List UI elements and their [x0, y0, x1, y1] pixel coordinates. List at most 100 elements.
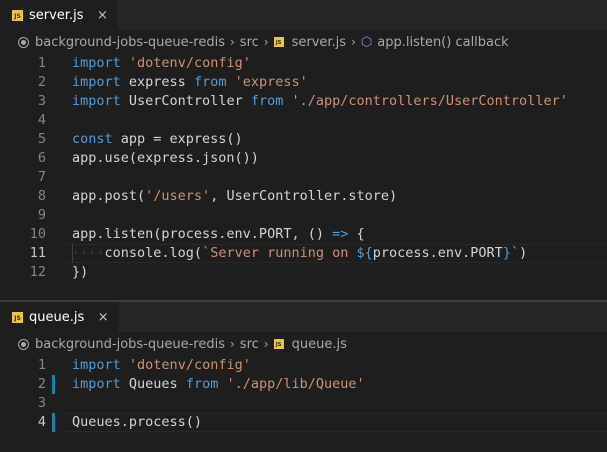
line-number: 9	[37, 207, 46, 223]
line-number: 12	[29, 264, 46, 280]
code-line[interactable]: 2 import Queues from './app/lib/Queue'	[0, 375, 607, 394]
breadcrumb-src[interactable]: src	[240, 337, 259, 352]
code-line[interactable]: 4	[0, 111, 607, 130]
line-text: app.listen(process.env.PORT, () => {	[72, 225, 365, 244]
line-number: 10	[29, 226, 46, 242]
breadcrumb-file[interactable]: queue.js	[292, 337, 347, 352]
code-token: {	[348, 226, 365, 242]
code-token: from	[193, 74, 227, 90]
line-number: 6	[37, 150, 46, 166]
symbol-method-icon: ⬡	[360, 34, 373, 50]
code-line[interactable]: 5 const app = express()	[0, 130, 607, 149]
editor-pane-server: JS server.js × background-jobs-queue-red…	[0, 0, 607, 300]
code-line[interactable]: 12})	[0, 263, 607, 282]
js-file-icon: JS	[12, 9, 23, 21]
line-number: 3	[37, 93, 46, 109]
breadcrumb-symbol[interactable]: app.listen() callback	[377, 35, 508, 50]
code-token: express	[120, 74, 194, 90]
code-token: })	[72, 264, 89, 280]
code-line[interactable]: 1 import 'dotenv/config'	[0, 54, 607, 73]
chevron-right-icon: ›	[263, 337, 269, 351]
tab-label: queue.js	[29, 309, 85, 325]
breadcrumb-src[interactable]: src	[240, 35, 259, 50]
code-token: import	[72, 74, 121, 90]
modified-line-indicator[interactable]	[52, 375, 55, 394]
code-line[interactable]: 3 import UserController from './app/contr…	[0, 92, 607, 111]
breadcrumb: background-jobs-queue-redis › src › JS s…	[0, 30, 607, 54]
code-token: app.post(	[72, 188, 146, 204]
line-number: 1	[37, 357, 46, 373]
code-line[interactable]: 7	[0, 168, 607, 187]
chevron-right-icon: ›	[263, 35, 269, 49]
code-editor[interactable]: 1 import 'dotenv/config' 2 import Queues fr…	[0, 356, 607, 432]
code-token: ····	[72, 245, 105, 261]
js-file-icon: JS	[273, 37, 284, 47]
code-line[interactable]: 6 app.use(express.json())	[0, 149, 607, 168]
chevron-right-icon: ›	[351, 35, 356, 49]
js-file-icon: JS	[12, 311, 23, 323]
code-line[interactable]: 8 app.post('/users', UserController.store…	[0, 187, 607, 206]
line-text: ····console.log(`Server running on ${pro…	[72, 244, 527, 263]
line-text: import express from 'express'	[72, 73, 308, 92]
line-number: 2	[37, 376, 46, 392]
line-text: app.use(express.json())	[72, 149, 259, 168]
code-token: `Server running on	[202, 245, 357, 261]
close-icon[interactable]: ×	[96, 310, 110, 325]
code-line[interactable]: 10 app.listen(process.env.PORT, () => {	[0, 225, 607, 244]
line-text: app.post('/users', UserController.store)	[72, 187, 397, 206]
code-token: 'dotenv/config'	[128, 55, 251, 71]
code-line[interactable]: 4 Queues.process()	[0, 413, 607, 432]
editor-pane-queue: JS queue.js × background-jobs-queue-redi…	[0, 302, 607, 452]
line-text: Queues.process()	[72, 413, 202, 432]
code-line[interactable]: 2 import express from 'express'	[0, 73, 607, 92]
line-number: 8	[37, 188, 46, 204]
tab-server-js[interactable]: JS server.js ×	[0, 0, 118, 30]
tab-bar: JS queue.js ×	[0, 302, 607, 332]
line-number: 5	[37, 131, 46, 147]
git-repo-icon	[18, 36, 29, 48]
breadcrumb-folder[interactable]: background-jobs-queue-redis	[35, 337, 225, 352]
code-token: ${	[356, 245, 373, 261]
code-token: Queues	[120, 376, 186, 392]
code-token: Queues.process()	[72, 414, 203, 430]
code-token: }	[502, 245, 511, 261]
code-token: './app/lib/Queue'	[226, 376, 365, 392]
modified-line-indicator[interactable]	[52, 413, 55, 432]
code-editor[interactable]: 1 import 'dotenv/config' 2 import express f…	[0, 54, 607, 282]
line-text: import UserController from './app/contro…	[72, 92, 568, 111]
tab-bar: JS server.js ×	[0, 0, 607, 30]
code-line[interactable]: 9	[0, 206, 607, 225]
code-line[interactable]: 11 ····console.log(`Server running on ${p…	[0, 244, 607, 263]
code-token: from	[250, 93, 284, 109]
code-token: import	[72, 55, 121, 71]
code-token: process.env.PORT	[372, 245, 503, 261]
line-text: import 'dotenv/config'	[72, 54, 251, 73]
code-line[interactable]: 1 import 'dotenv/config'	[0, 356, 607, 375]
line-text: import Queues from './app/lib/Queue'	[72, 375, 365, 394]
code-token: app.use(express.json())	[72, 150, 259, 166]
js-file-icon: JS	[273, 339, 284, 349]
code-token: import	[72, 376, 121, 392]
chevron-right-icon: ›	[229, 337, 235, 351]
code-token: 'dotenv/config'	[128, 357, 251, 373]
code-token: UserController	[120, 93, 251, 109]
code-token: from	[185, 376, 219, 392]
line-number: 7	[37, 169, 46, 185]
line-number: 2	[37, 74, 46, 90]
breadcrumb-folder[interactable]: background-jobs-queue-redis	[35, 35, 225, 50]
tab-queue-js[interactable]: JS queue.js ×	[0, 302, 119, 332]
breadcrumb-file[interactable]: server.js	[292, 35, 346, 50]
line-number: 4	[37, 414, 46, 430]
code-token: './app/controllers/UserController'	[291, 93, 568, 109]
code-line[interactable]: 3	[0, 394, 607, 413]
code-token: =>	[332, 226, 349, 242]
line-number: 3	[37, 395, 46, 411]
code-token: console.log(	[104, 245, 203, 261]
code-token: '/users'	[145, 188, 211, 204]
line-number: 1	[37, 55, 46, 71]
close-icon[interactable]: ×	[95, 8, 109, 23]
code-token: const	[72, 131, 113, 147]
code-token: `	[510, 245, 520, 261]
